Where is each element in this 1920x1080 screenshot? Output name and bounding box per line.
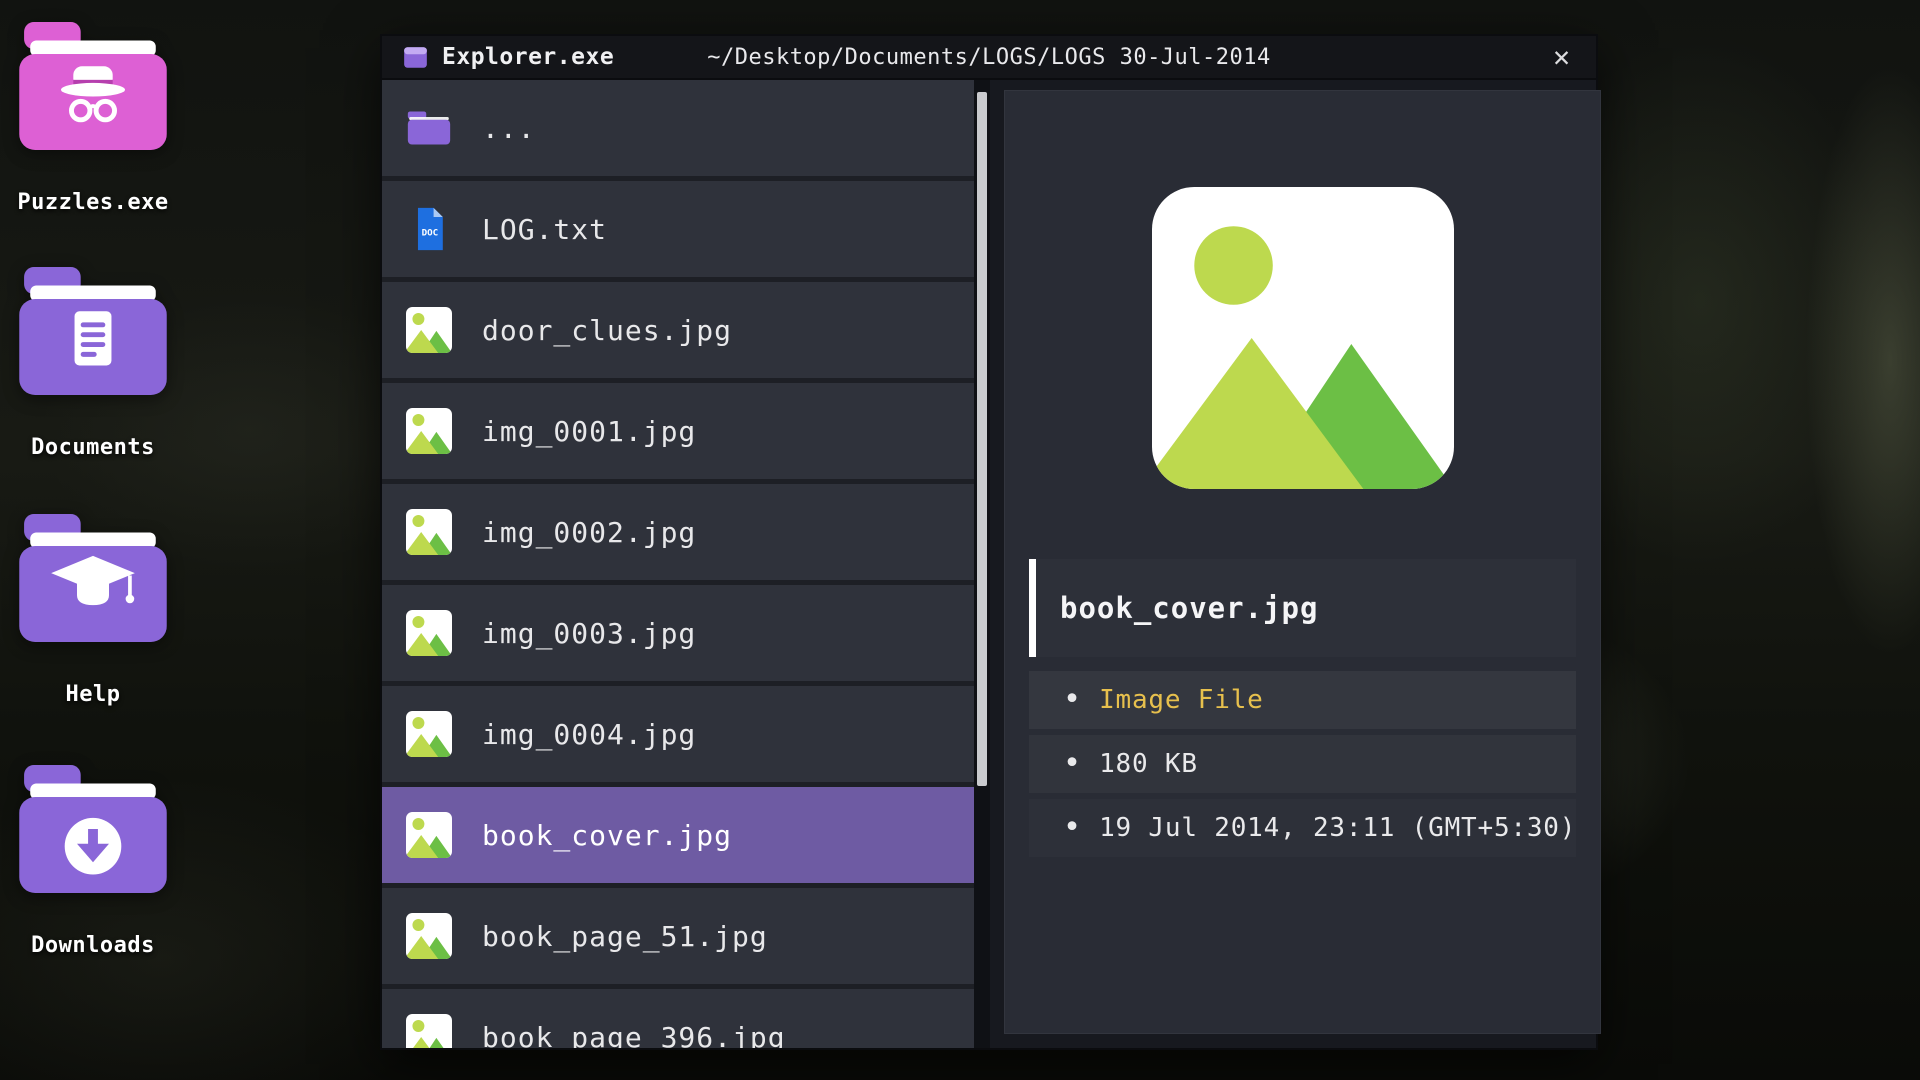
desktop-icon-puzzles[interactable]: Puzzles.exe xyxy=(8,22,178,215)
folder-icon xyxy=(19,765,167,893)
explorer-window: Explorer.exe ~/Desktop/Documents/LOGS/LO… xyxy=(380,34,1598,1050)
preview-filename-text: book_cover.jpg xyxy=(1060,591,1318,625)
file-name: img_0001.jpg xyxy=(482,415,696,448)
file-details: Image File 180 KB 19 Jul 2014, 23:11 (GM… xyxy=(1029,671,1576,857)
file-detail-row: Image File xyxy=(1029,671,1576,729)
file-name: book_page_51.jpg xyxy=(482,920,768,953)
desktop-icon-label: Puzzles.exe xyxy=(17,190,168,215)
file-name: book_page_396.jpg xyxy=(482,1021,786,1049)
file-type-icon xyxy=(406,408,452,454)
file-name: img_0002.jpg xyxy=(482,516,696,549)
desktop-background: { "desktop": { "icons": [ { "id": "puzzl… xyxy=(0,0,1920,1080)
file-name: img_0004.jpg xyxy=(482,718,696,751)
titlebar: Explorer.exe ~/Desktop/Documents/LOGS/LO… xyxy=(382,36,1596,80)
file-row[interactable]: img_0004.jpg xyxy=(382,686,974,782)
file-type-icon xyxy=(406,206,452,252)
file-type-icon xyxy=(406,610,452,656)
file-row[interactable]: book_cover.jpg xyxy=(382,787,974,883)
file-name: door_clues.jpg xyxy=(482,314,732,347)
file-type-icon xyxy=(406,509,452,555)
desktop-icon-downloads[interactable]: Downloads xyxy=(8,765,178,958)
desktop-icon-label: Downloads xyxy=(31,933,155,958)
detail-text: 19 Jul 2014, 23:11 (GMT+5:30) xyxy=(1099,813,1576,843)
file-list: ... LOG.txt door_clues.jpg img_0001.jpg … xyxy=(382,80,974,1048)
file-row[interactable]: img_0003.jpg xyxy=(382,585,974,681)
preview-pane: book_cover.jpg Image File 180 KB 19 Jul … xyxy=(1004,90,1601,1034)
file-type-icon xyxy=(406,812,452,858)
file-row[interactable]: img_0001.jpg xyxy=(382,383,974,479)
file-type-icon xyxy=(406,913,452,959)
close-button[interactable]: ✕ xyxy=(1547,41,1576,73)
file-row[interactable]: ... xyxy=(382,80,974,176)
file-type-icon xyxy=(406,711,452,757)
desktop-icon-help[interactable]: Help xyxy=(8,514,178,707)
file-row[interactable]: LOG.txt xyxy=(382,181,974,277)
file-name: LOG.txt xyxy=(482,213,607,246)
window-body: ... LOG.txt door_clues.jpg img_0001.jpg … xyxy=(382,80,1596,1048)
file-name: book_cover.jpg xyxy=(482,819,732,852)
file-name: ... xyxy=(482,112,536,145)
detail-text: 180 KB xyxy=(1099,749,1198,779)
folder-icon xyxy=(19,22,167,150)
folder-icon xyxy=(19,514,167,642)
app-title: Explorer.exe xyxy=(442,44,614,70)
preview-filename: book_cover.jpg xyxy=(1029,559,1576,657)
file-row[interactable]: book_page_51.jpg xyxy=(382,888,974,984)
file-row[interactable]: book_page_396.jpg xyxy=(382,989,974,1048)
bullet-icon xyxy=(1063,749,1081,779)
file-detail-row: 19 Jul 2014, 23:11 (GMT+5:30) xyxy=(1029,799,1576,857)
scrollbar-track[interactable] xyxy=(974,80,990,1048)
explorer-app-icon xyxy=(402,44,429,71)
file-type-icon xyxy=(406,307,452,353)
file-detail-row: 180 KB xyxy=(1029,735,1576,793)
breadcrumb-path: ~/Desktop/Documents/LOGS/LOGS 30-Jul-201… xyxy=(707,45,1271,70)
desktop-icon-documents[interactable]: Documents xyxy=(8,267,178,460)
file-name: img_0003.jpg xyxy=(482,617,696,650)
desktop-icon-label: Help xyxy=(66,682,121,707)
scrollbar-thumb[interactable] xyxy=(977,92,987,786)
app-title-group: Explorer.exe xyxy=(402,44,614,71)
desktop-icon-label: Documents xyxy=(31,435,155,460)
file-type-icon xyxy=(406,1014,452,1048)
file-type-icon xyxy=(406,105,452,151)
detail-text: Image File xyxy=(1099,685,1264,715)
folder-icon xyxy=(19,267,167,395)
file-row[interactable]: img_0002.jpg xyxy=(382,484,974,580)
bullet-icon xyxy=(1063,685,1081,715)
bullet-icon xyxy=(1063,813,1081,843)
file-row[interactable]: door_clues.jpg xyxy=(382,282,974,378)
image-preview-icon xyxy=(1152,187,1454,489)
